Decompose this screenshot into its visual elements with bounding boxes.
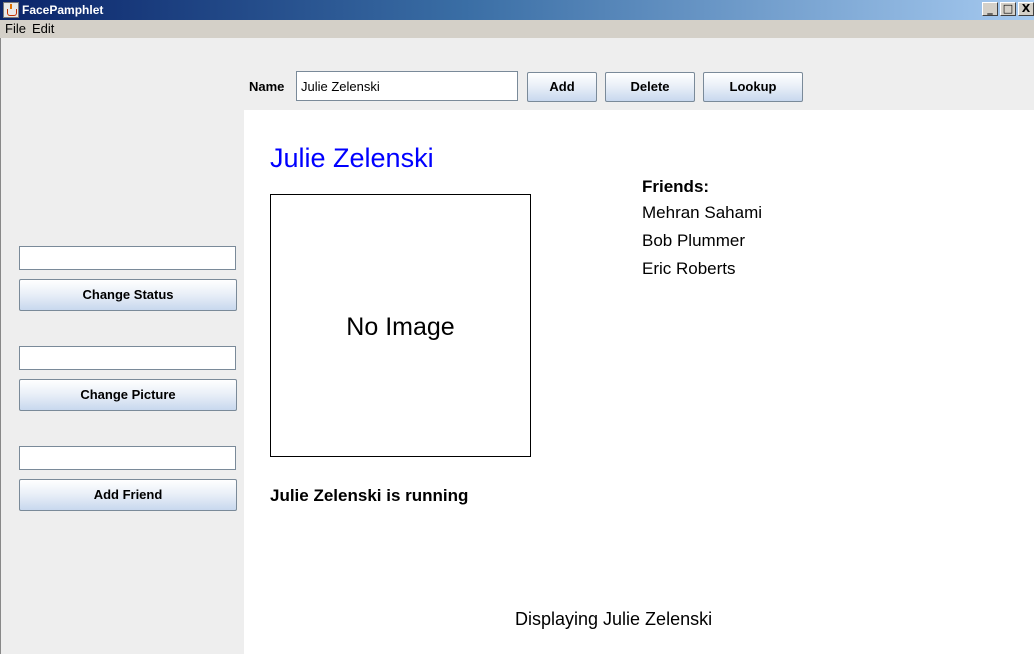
lookup-button[interactable]: Lookup [703, 72, 803, 102]
friend-item: Mehran Sahami [642, 203, 763, 222]
window-title: FacePamphlet [22, 3, 104, 17]
friend-input[interactable] [19, 446, 236, 470]
add-friend-button[interactable]: Add Friend [19, 479, 237, 511]
friend-item: Bob Plummer [642, 231, 745, 250]
friend-item: Eric Roberts [642, 259, 736, 278]
menu-edit[interactable]: Edit [32, 20, 54, 37]
minimize-button[interactable]: _ [982, 2, 998, 16]
delete-button[interactable]: Delete [605, 72, 695, 102]
friends-header: Friends: [642, 177, 710, 196]
menu-file[interactable]: File [5, 20, 26, 37]
menu-bar: File Edit [0, 20, 1034, 38]
maximize-button[interactable]: □ [1000, 2, 1016, 16]
no-image-label: No Image [346, 313, 455, 341]
change-picture-button[interactable]: Change Picture [19, 379, 237, 411]
profile-status: Julie Zelenski is running [270, 486, 469, 505]
name-label: Name [249, 79, 285, 94]
profile-name: Julie Zelenski [270, 143, 434, 173]
name-input[interactable] [296, 71, 518, 101]
change-status-button[interactable]: Change Status [19, 279, 237, 311]
java-app-icon [3, 2, 19, 18]
title-bar[interactable]: FacePamphlet _ □ X [0, 0, 1034, 20]
close-button[interactable]: X [1018, 2, 1034, 16]
status-input[interactable] [19, 246, 236, 270]
add-button[interactable]: Add [527, 72, 597, 102]
profile-image-box: No Image [270, 194, 531, 457]
window-controls: _ □ X [982, 2, 1034, 16]
application-message: Displaying Julie Zelenski [515, 609, 713, 629]
picture-input[interactable] [19, 346, 236, 370]
